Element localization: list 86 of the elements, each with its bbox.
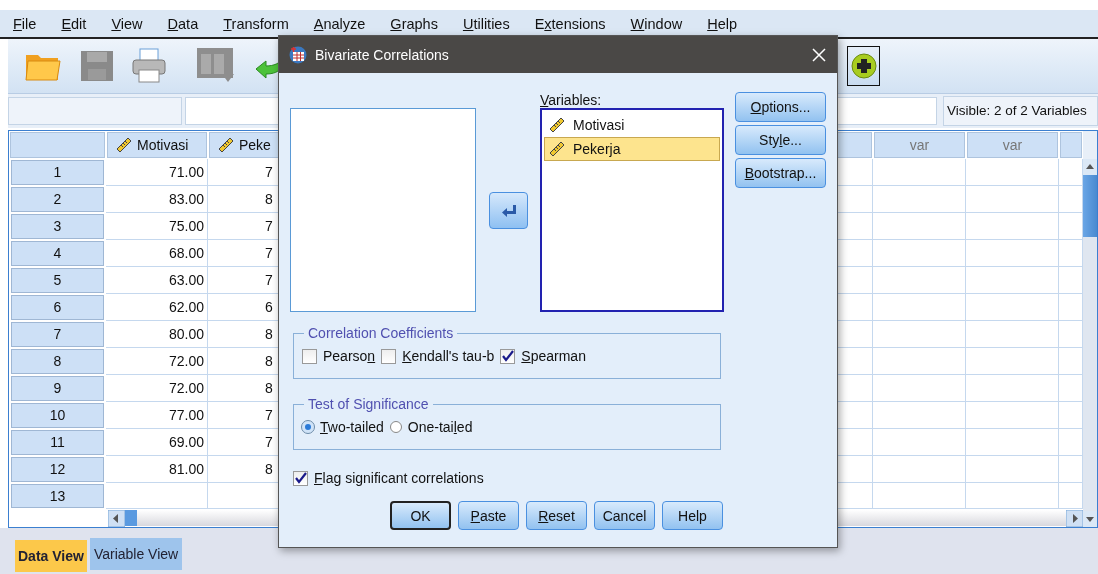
table-cell: 72.00 [106,347,208,375]
row-number[interactable]: 3 [11,213,104,239]
dialog-button[interactable]: OK [390,501,451,530]
row-number[interactable]: 13 [11,483,104,509]
ruler-icon [218,136,234,153]
variable-item[interactable]: Motivasi [544,113,720,137]
vertical-scrollbar[interactable] [1083,131,1097,527]
row-number[interactable]: 12 [11,456,104,482]
menu-item[interactable]: Window [630,15,683,32]
table-cell: 83.00 [106,185,208,213]
row-number[interactable]: 10 [11,402,104,428]
menu-item[interactable]: Analyze [313,15,366,32]
menu-item[interactable]: Transform [223,15,289,32]
dialog-title: Bivariate Correlations [315,46,449,63]
checkbox-label[interactable]: Spearman [521,348,586,364]
dialog-button[interactable]: Reset [526,501,587,530]
close-icon[interactable] [812,47,826,62]
menu-item[interactable]: Extensions [534,15,606,32]
table-cell: 63.00 [106,266,208,294]
checkbox-label[interactable]: Flag significant correlations [314,470,484,486]
row-number[interactable]: 1 [11,159,104,185]
row-number[interactable]: 8 [11,348,104,374]
move-button[interactable] [488,192,528,229]
column-header[interactable]: Motivasi [107,132,207,158]
table-cell: 68.00 [106,239,208,267]
arrow-icon [500,203,516,218]
group-title: Test of Significance [304,396,433,412]
row-number[interactable]: 7 [11,321,104,347]
variable-item[interactable]: Pekerja [544,137,720,161]
source-variable-list[interactable] [290,108,476,312]
view-tab[interactable]: Data View [15,540,87,572]
scroll-thumb[interactable] [1083,175,1097,237]
checkbox[interactable] [302,348,317,364]
save-icon[interactable] [80,49,114,83]
dialog-button[interactable]: Style... [735,125,826,155]
table-cell: 69.00 [106,428,208,456]
menu-item[interactable]: Data [167,15,199,32]
radio-button[interactable] [389,421,402,433]
scroll-down-icon[interactable] [1083,511,1097,527]
row-number[interactable]: 4 [11,240,104,266]
row-number[interactable]: 11 [11,429,104,455]
menu-item[interactable]: Utilities [462,15,510,32]
checkbox-label[interactable]: Pearson [323,348,376,364]
dialog-button[interactable]: Help [662,501,723,530]
ruler-icon [549,117,565,133]
plus-circle-icon [850,53,877,79]
scroll-left-icon[interactable] [108,509,125,527]
cell-name-field[interactable] [8,97,182,125]
row-number[interactable]: 5 [11,267,104,293]
scroll-right-icon[interactable] [1066,509,1083,527]
checkbox[interactable] [293,470,308,486]
menu-item[interactable]: Edit [61,15,87,32]
table-cell: 81.00 [106,455,208,483]
table-cell: 71.00 [106,158,208,186]
menu-item[interactable]: Help [707,15,738,32]
group-title: Correlation Coefficients [304,325,458,341]
ruler-icon [549,141,565,157]
checkbox[interactable] [381,348,397,364]
add-button[interactable] [847,46,880,86]
radio-label[interactable]: Two-tailed [320,419,384,435]
variables-label: Variables: [540,92,603,108]
radio-label[interactable]: One-tailed [407,419,473,435]
checkbox-label[interactable]: Kendall's tau-b [402,348,495,364]
dialog-button[interactable]: Options... [735,92,826,122]
table-icon [289,45,307,64]
table-cell: 75.00 [106,212,208,240]
row-number[interactable]: 6 [11,294,104,320]
scroll-up-icon[interactable] [1083,159,1097,175]
visible-variables-status: Visible: 2 of 2 Variables [943,96,1098,126]
ruler-icon [116,136,132,153]
scroll-thumb[interactable] [125,510,137,527]
printer-icon[interactable] [132,48,166,84]
dialog-button[interactable]: Cancel [594,501,655,530]
table-cell: 80.00 [106,320,208,348]
table-cell: 62.00 [106,293,208,321]
menu-item[interactable]: View [111,15,143,32]
row-number[interactable]: 2 [11,186,104,212]
checkbox[interactable] [500,348,516,364]
table-cell: 77.00 [106,401,208,429]
row-number[interactable]: 9 [11,375,104,401]
menu-item[interactable]: Graphs [390,15,438,32]
menu-item[interactable]: File [13,15,37,32]
view-tab[interactable]: Variable View [89,538,183,570]
dialog-button[interactable]: Paste [458,501,519,530]
dialog-button[interactable]: Bootstrap... [735,158,826,188]
table-cell: 72.00 [106,374,208,402]
